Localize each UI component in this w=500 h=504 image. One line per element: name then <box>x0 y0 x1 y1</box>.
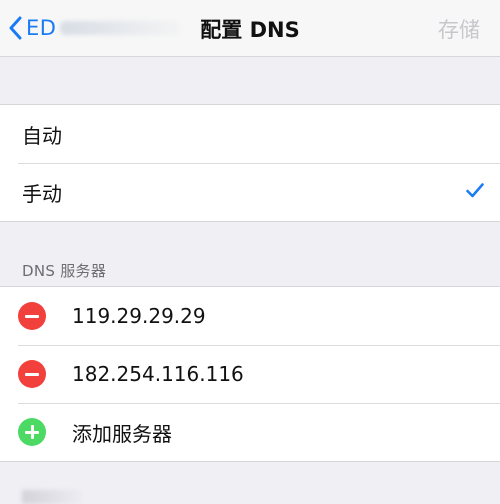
mode-option-automatic[interactable]: 自动 <box>0 105 500 163</box>
delete-server-button[interactable] <box>18 360 46 388</box>
dns-server-row: 119.29.29.29 <box>0 287 500 345</box>
save-button[interactable]: 存储 <box>438 14 480 44</box>
delete-server-button[interactable] <box>18 302 46 330</box>
dns-servers-header: DNS 服务器 <box>22 262 107 280</box>
navigation-bar: ED 配置 DNS 存储 <box>0 0 500 57</box>
dns-mode-group: 自动 手动 <box>0 104 500 222</box>
mode-option-manual[interactable]: 手动 <box>0 163 500 221</box>
mode-option-label: 自动 <box>22 123 62 148</box>
minus-icon <box>25 372 39 376</box>
add-server-button[interactable]: 添加服务器 <box>0 403 500 461</box>
plus-icon <box>18 418 46 446</box>
minus-icon <box>25 314 39 318</box>
mode-option-label: 手动 <box>22 181 62 206</box>
page-title: 配置 DNS <box>200 18 300 42</box>
obscured-section-header <box>22 490 82 504</box>
dns-server-row: 182.254.116.116 <box>0 345 500 403</box>
dns-servers-group: 119.29.29.29 182.254.116.116 添加服务器 <box>0 286 500 462</box>
checkmark-icon <box>466 183 484 198</box>
